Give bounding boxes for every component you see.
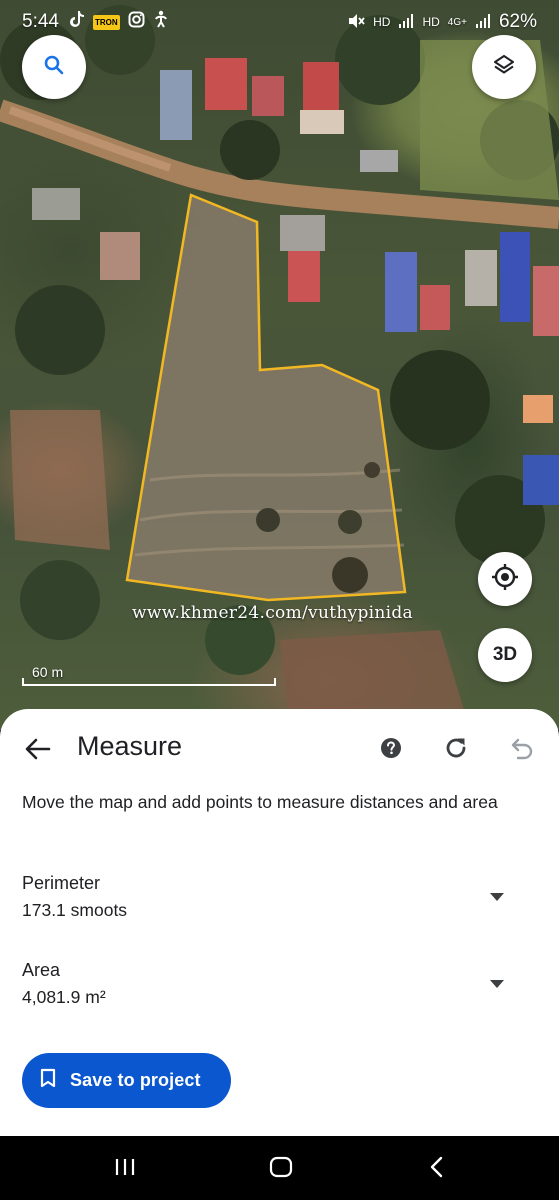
perimeter-label: Perimeter [22, 873, 101, 893]
watermark: www.khmer24.com/vuthypinida [132, 603, 413, 623]
unit-dropdown-icon[interactable] [487, 887, 507, 907]
my-location-button[interactable] [478, 552, 532, 606]
bookmark-icon [40, 1068, 56, 1093]
undo-button[interactable] [506, 735, 536, 765]
signal-icon [475, 13, 491, 32]
scale-line [22, 678, 276, 686]
measure-panel: Measure Move the map and add points to m… [0, 709, 559, 1136]
accessibility-icon [153, 10, 169, 34]
nav-back-button[interactable] [417, 1154, 457, 1184]
scale-bar: 60 m [22, 664, 278, 686]
layers-icon [492, 53, 516, 82]
recents-icon [114, 1157, 136, 1182]
help-icon [380, 737, 402, 764]
status-bar: 5:44 TRON HD HD 4G+ 62% [0, 0, 559, 44]
save-to-project-button[interactable]: Save to project [22, 1053, 231, 1108]
perimeter-value: 173.1 smoots [22, 900, 128, 920]
tron-icon: TRON [92, 14, 120, 30]
mute-icon [347, 13, 365, 32]
battery-percent: 62% [498, 11, 537, 32]
arrow-back-icon [25, 738, 51, 765]
hd-label: HD [422, 15, 440, 29]
system-nav-bar [0, 1136, 559, 1200]
page-title: Measure [77, 731, 183, 761]
area-row[interactable]: Area 4,081.9 m² [22, 960, 537, 1008]
perimeter-row[interactable]: Perimeter 173.1 smoots [22, 873, 537, 921]
3d-toggle-button[interactable]: 3D [478, 628, 532, 682]
status-time: 5:44 [22, 11, 59, 32]
area-value: 4,081.9 m² [22, 987, 106, 1007]
map-view[interactable]: 5:44 TRON HD HD 4G+ 62% 3D www.khmer24.c… [0, 0, 559, 730]
network-type: 4G+ [447, 16, 467, 28]
measure-instructions: Move the map and add points to measure d… [22, 792, 498, 812]
unit-dropdown-icon[interactable] [487, 974, 507, 994]
help-button[interactable] [376, 735, 406, 765]
search-icon [43, 54, 65, 81]
refresh-icon [443, 735, 469, 766]
back-button[interactable] [22, 735, 54, 767]
my-location-icon [490, 562, 520, 597]
undo-icon [508, 735, 534, 766]
save-label: Save to project [70, 1070, 201, 1090]
recents-button[interactable] [105, 1154, 145, 1184]
reset-button[interactable] [441, 735, 471, 765]
home-icon [269, 1156, 293, 1183]
tiktok-icon [69, 10, 85, 34]
back-icon [429, 1156, 445, 1183]
home-button[interactable] [261, 1154, 301, 1184]
instagram-icon [128, 11, 145, 34]
area-label: Area [22, 960, 61, 980]
hd-label: HD [373, 15, 391, 29]
search-button[interactable] [22, 35, 86, 99]
measure-header: Measure [0, 727, 559, 771]
signal-icon [398, 13, 414, 32]
layers-button[interactable] [472, 35, 536, 99]
